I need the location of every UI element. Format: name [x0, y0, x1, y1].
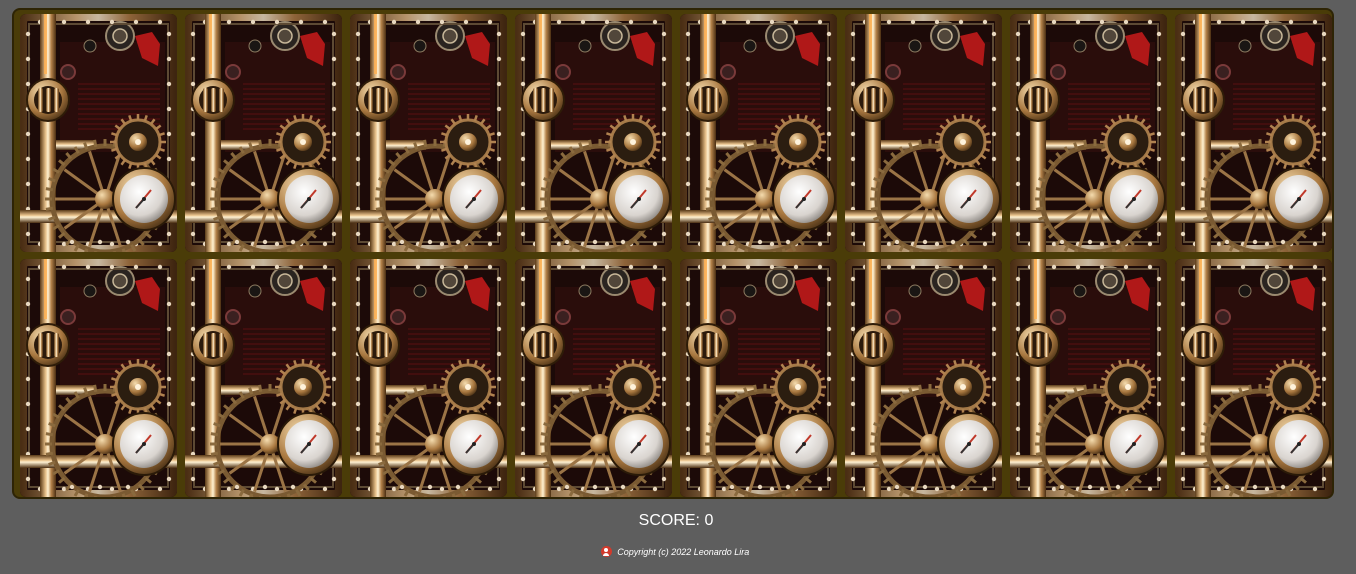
memory-card[interactable] — [350, 259, 507, 497]
memory-card[interactable] — [20, 14, 177, 252]
memory-card[interactable] — [185, 259, 342, 497]
card-back-gears-icon — [1175, 259, 1332, 497]
game-board — [12, 8, 1334, 499]
card-back-gears-icon — [1010, 259, 1167, 497]
memory-card[interactable] — [515, 259, 672, 497]
card-back-gears-icon — [350, 259, 507, 497]
card-back-gears-icon — [845, 14, 1002, 252]
card-back-gears-icon — [1175, 14, 1332, 252]
memory-card[interactable] — [680, 14, 837, 252]
card-back-gears-icon — [350, 14, 507, 252]
memory-card[interactable] — [1010, 259, 1167, 497]
card-grid — [20, 14, 1332, 497]
memory-card[interactable] — [680, 259, 837, 497]
memory-card[interactable] — [845, 259, 1002, 497]
card-back-gears-icon — [515, 259, 672, 497]
user-icon — [600, 546, 612, 557]
card-back-gears-icon — [20, 259, 177, 497]
memory-card[interactable] — [845, 14, 1002, 252]
memory-card[interactable] — [185, 14, 342, 252]
memory-card[interactable] — [350, 14, 507, 252]
footer: Copyright (c) 2022 Leonardo Lira — [0, 546, 1350, 557]
card-back-gears-icon — [185, 14, 342, 252]
card-back-gears-icon — [20, 14, 177, 252]
card-back-gears-icon — [1010, 14, 1167, 252]
score-display: SCORE: 0 — [638, 512, 714, 529]
memory-card[interactable] — [515, 14, 672, 252]
memory-card[interactable] — [1010, 14, 1167, 252]
card-back-gears-icon — [680, 14, 837, 252]
card-back-gears-icon — [845, 259, 1002, 497]
card-back-gears-icon — [185, 259, 342, 497]
memory-card[interactable] — [1175, 14, 1332, 252]
card-back-gears-icon — [515, 14, 672, 252]
memory-card[interactable] — [20, 259, 177, 497]
memory-card[interactable] — [1175, 259, 1332, 497]
card-back-gears-icon — [680, 259, 837, 497]
copyright-text: Copyright (c) 2022 Leonardo Lira — [617, 547, 750, 557]
